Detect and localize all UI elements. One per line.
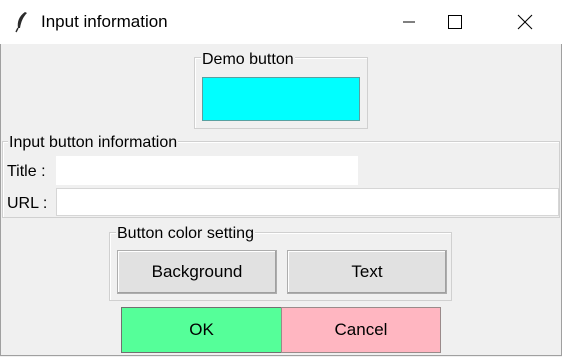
close-button[interactable] <box>502 0 548 44</box>
url-label: URL : <box>7 195 48 212</box>
maximize-button[interactable] <box>432 0 478 44</box>
background-color-button[interactable]: Background <box>117 250 277 294</box>
demo-button-group: Demo button <box>194 51 368 129</box>
button-color-setting-legend: Button color setting <box>116 225 255 243</box>
close-icon <box>517 14 533 30</box>
title-bar: Input information <box>0 0 562 44</box>
text-color-button[interactable]: Text <box>287 250 447 294</box>
feather-icon <box>15 12 27 33</box>
title-input[interactable] <box>56 156 358 185</box>
button-information-group: Input button information Title : URL : <box>2 134 560 218</box>
demo-button-legend: Demo button <box>201 51 295 69</box>
title-label: Title : <box>7 163 46 180</box>
demo-button[interactable] <box>202 77 360 121</box>
ok-button[interactable]: OK <box>121 307 282 353</box>
maximize-icon <box>448 15 462 29</box>
cancel-button[interactable]: Cancel <box>281 307 441 353</box>
button-information-legend: Input button information <box>8 134 179 152</box>
minimize-button[interactable] <box>386 0 432 44</box>
url-input[interactable] <box>56 188 559 216</box>
minimize-icon <box>403 21 415 23</box>
window-title: Input information <box>41 12 168 31</box>
button-color-setting-group: Button color setting Background Text <box>109 225 452 301</box>
